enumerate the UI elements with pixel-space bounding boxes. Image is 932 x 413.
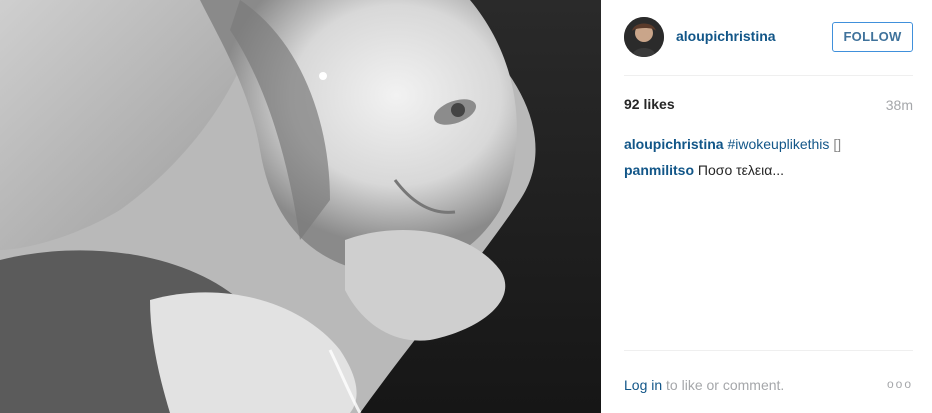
post-sidebar: aloupichristina FOLLOW 92 likes 38m alou… — [601, 0, 932, 413]
hashtag-link[interactable]: #iwokeuplikethis — [727, 136, 829, 152]
login-text: to like or comment. — [666, 377, 785, 393]
ellipsis-icon[interactable]: ooo — [887, 377, 913, 391]
comment-text: Ποσο τελεια... — [697, 162, 785, 178]
photo-image — [0, 0, 601, 413]
post-time[interactable]: 38m — [886, 97, 913, 113]
login-link[interactable]: Log in — [624, 377, 662, 393]
unrendered-glyph: [] — [833, 136, 842, 152]
follow-button[interactable]: FOLLOW — [832, 22, 913, 52]
likes-count[interactable]: 92 likes — [624, 96, 675, 112]
login-prompt: Log in to like or comment. — [624, 377, 784, 393]
post-stats: 92 likes 38m — [624, 96, 913, 116]
post-header: aloupichristina FOLLOW — [624, 0, 913, 76]
avatar[interactable] — [624, 17, 664, 57]
username-link[interactable]: aloupichristina — [676, 28, 776, 44]
post-photo[interactable] — [0, 0, 601, 413]
comments-list: aloupichristina #iwokeuplikethis [] panm… — [624, 135, 913, 187]
comment-author[interactable]: panmilitso — [624, 162, 694, 178]
caption: aloupichristina #iwokeuplikethis [] — [624, 135, 913, 153]
comment-author[interactable]: aloupichristina — [624, 136, 724, 152]
list-item: panmilitso Ποσο τελεια... — [624, 161, 913, 179]
post-footer: Log in to like or comment. ooo — [624, 350, 913, 413]
